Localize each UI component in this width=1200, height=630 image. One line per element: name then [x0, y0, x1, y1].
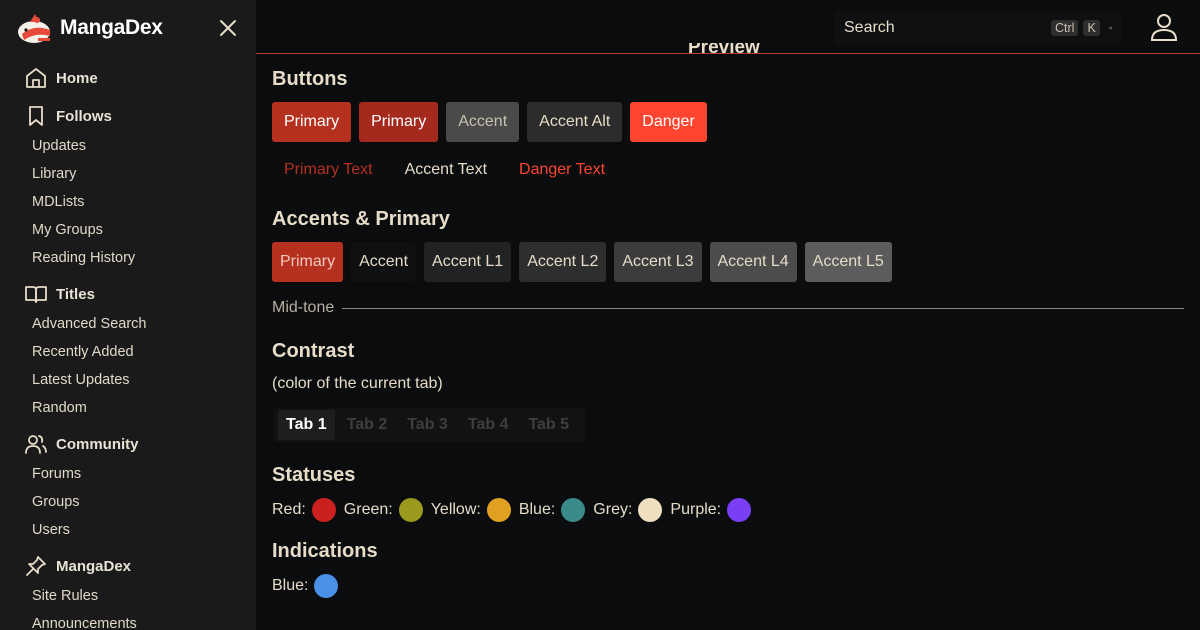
accent-swatch-primary: Primary [272, 242, 344, 282]
mangadex-logo-icon [18, 14, 50, 43]
contrast-heading: Contrast [272, 340, 355, 362]
bookmark-icon [29, 106, 43, 126]
tab-2[interactable]: Tab 2 [339, 410, 396, 440]
indications-row: Blue: [272, 574, 346, 598]
accent-swatch-l1: Accent L1 [424, 242, 512, 282]
tab-1[interactable]: Tab 1 [278, 410, 335, 440]
status-dot-yellow [486, 498, 511, 522]
statuses-row: Red: Green: Yellow: Blue: Grey: Purple: [272, 498, 759, 522]
shortcut-ctrl-key: Ctrl [1051, 20, 1079, 36]
sidebar-item-reading-history[interactable]: Reading History [0, 244, 256, 272]
sidebar-section-community[interactable]: Community [0, 428, 256, 460]
midtone-label: Mid-tone [272, 299, 335, 316]
danger-button[interactable]: Danger [630, 102, 707, 142]
sidebar-item-forums[interactable]: Forums [0, 460, 256, 488]
status-label-grey: Grey: [593, 501, 633, 518]
sidebar-section-home[interactable]: Home [0, 62, 256, 94]
sidebar-item-updates[interactable]: Updates [0, 132, 256, 160]
shortcut-k-key: K [1083, 20, 1100, 36]
accent-swatch-l5: Accent L5 [804, 242, 892, 282]
text-buttons-row: Primary Text Accent Text Danger Text [272, 150, 625, 190]
status-dot-purple [727, 498, 752, 522]
sidebar-item-users[interactable]: Users [0, 516, 256, 544]
status-label-red: Red: [272, 501, 306, 518]
primary-text-button[interactable]: Primary Text [272, 150, 385, 190]
sidebar-section-label: Home [56, 69, 98, 87]
status-label-yellow: Yellow: [430, 501, 481, 518]
indication-label-blue: Blue: [272, 577, 309, 594]
accent-swatch-l2: Accent L2 [519, 242, 607, 282]
status-label-purple: Purple: [670, 501, 722, 518]
users-icon [25, 435, 47, 454]
sidebar: MangaDex Home Follows Updates Library MD… [0, 0, 256, 630]
primary-button[interactable]: Primary [272, 102, 352, 142]
accent-swatch-accent: Accent [351, 242, 417, 282]
pin-icon [26, 556, 46, 576]
sidebar-item-random[interactable]: Random [0, 394, 256, 422]
sidebar-item-announcements[interactable]: Announcements [0, 610, 256, 630]
brand-name: MangaDex [60, 16, 163, 39]
status-dot-grey [638, 498, 663, 522]
accent-button[interactable]: Accent [446, 102, 520, 142]
statuses-heading: Statuses [272, 464, 356, 486]
sidebar-section-titles[interactable]: Titles [0, 278, 256, 310]
status-label-green: Green: [343, 501, 393, 518]
status-dot-red [311, 498, 336, 522]
user-avatar-icon[interactable] [1149, 12, 1179, 42]
sidebar-item-advanced-search[interactable]: Advanced Search [0, 310, 256, 338]
danger-text-button[interactable]: Danger Text [507, 150, 617, 190]
indication-dot-blue [314, 574, 339, 598]
sidebar-item-library[interactable]: Library [0, 160, 256, 188]
sidebar-nav: Home Follows Updates Library MDLists My … [0, 62, 256, 630]
sidebar-item-recently-added[interactable]: Recently Added [0, 338, 256, 366]
sidebar-item-latest-updates[interactable]: Latest Updates [0, 366, 256, 394]
divider-line [342, 307, 1184, 309]
sidebar-item-site-rules[interactable]: Site Rules [0, 582, 256, 610]
contrast-subtitle: (color of the current tab) [272, 375, 443, 392]
close-sidebar-icon[interactable] [216, 16, 240, 40]
status-label-blue: Blue: [518, 501, 556, 518]
book-open-icon [25, 286, 47, 303]
buttons-row: Primary Primary Accent Accent Alt Danger [272, 102, 715, 142]
accent-swatch-l3: Accent L3 [614, 242, 702, 282]
midtone-divider: Mid-tone [272, 299, 1184, 317]
tab-5[interactable]: Tab 5 [520, 410, 577, 440]
tab-4[interactable]: Tab 4 [460, 410, 517, 440]
accent-swatch-l4: Accent L4 [709, 242, 797, 282]
sidebar-section-label: Follows [56, 107, 112, 125]
accent-alt-button[interactable]: Accent Alt [527, 102, 623, 142]
home-icon [26, 68, 46, 88]
tab-3[interactable]: Tab 3 [399, 410, 456, 440]
buttons-heading: Buttons [272, 68, 348, 90]
search-bar[interactable]: Ctrl K [834, 12, 1122, 44]
sidebar-item-mdlists[interactable]: MDLists [0, 188, 256, 216]
sidebar-section-mangadex[interactable]: MangaDex [0, 550, 256, 582]
sidebar-section-label: Titles [56, 285, 95, 303]
status-dot-green [398, 498, 423, 522]
main-content: Preview Buttons Primary Primary Accent A… [272, 43, 1184, 630]
search-input[interactable] [834, 19, 1051, 37]
sidebar-section-follows[interactable]: Follows [0, 100, 256, 132]
tab-bar: Tab 1 Tab 2 Tab 3 Tab 4 Tab 5 [274, 408, 586, 442]
search-icon[interactable] [1109, 20, 1112, 36]
accent-text-button[interactable]: Accent Text [393, 150, 499, 190]
brand[interactable]: MangaDex [16, 10, 163, 46]
sidebar-section-label: Community [56, 435, 139, 453]
sidebar-item-groups[interactable]: Groups [0, 488, 256, 516]
status-dot-blue [561, 498, 586, 522]
accents-heading: Accents & Primary [272, 208, 450, 230]
preview-title: Preview [688, 43, 760, 58]
indications-heading: Indications [272, 540, 378, 562]
sidebar-item-my-groups[interactable]: My Groups [0, 216, 256, 244]
accents-row: Primary Accent Accent L1 Accent L2 Accen… [272, 242, 900, 282]
primary-button-alt[interactable]: Primary [359, 102, 439, 142]
sidebar-section-label: MangaDex [56, 557, 132, 575]
